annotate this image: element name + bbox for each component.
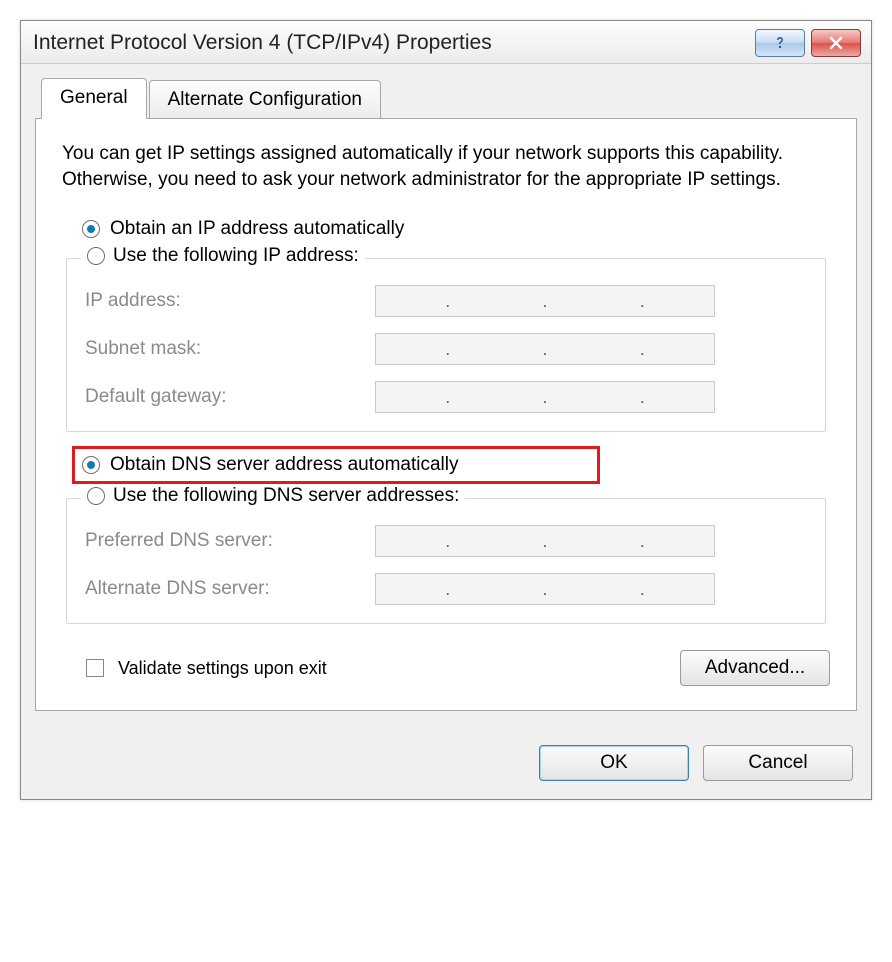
dns-manual-legend[interactable]: Use the following DNS server addresses:: [81, 485, 465, 507]
ip-manual-radio[interactable]: [87, 247, 105, 265]
alternate-dns-label: Alternate DNS server:: [85, 578, 375, 600]
dns-auto-radio[interactable]: [82, 456, 100, 474]
default-gateway-label: Default gateway:: [85, 386, 375, 408]
help-button[interactable]: [755, 29, 805, 57]
dialog-title: Internet Protocol Version 4 (TCP/IPv4) P…: [33, 31, 749, 55]
close-button[interactable]: [811, 29, 861, 57]
ip-auto-label: Obtain an IP address automatically: [110, 218, 404, 240]
dns-manual-radio[interactable]: [87, 487, 105, 505]
tabstrip: General Alternate Configuration: [35, 78, 857, 119]
preferred-dns-row: Preferred DNS server: ...: [85, 525, 807, 557]
dialog: Internet Protocol Version 4 (TCP/IPv4) P…: [20, 20, 872, 800]
preferred-dns-input: ...: [375, 525, 715, 557]
tabpanel-general: You can get IP settings assigned automat…: [35, 118, 857, 711]
ip-manual-legend[interactable]: Use the following IP address:: [81, 245, 365, 267]
alternate-dns-row: Alternate DNS server: ...: [85, 573, 807, 605]
subnet-mask-input: ...: [375, 333, 715, 365]
close-icon: [829, 36, 843, 50]
validate-label: Validate settings upon exit: [118, 658, 327, 679]
preferred-dns-label: Preferred DNS server:: [85, 530, 375, 552]
help-icon: [772, 35, 788, 51]
tab-general[interactable]: General: [41, 78, 147, 119]
dns-manual-label: Use the following DNS server addresses:: [113, 485, 459, 507]
dialog-content: General Alternate Configuration You can …: [21, 64, 871, 729]
subnet-mask-row: Subnet mask: ...: [85, 333, 807, 365]
dialog-buttons: OK Cancel: [21, 729, 871, 799]
ip-auto-row[interactable]: Obtain an IP address automatically: [82, 218, 830, 240]
cancel-button[interactable]: Cancel: [703, 745, 853, 781]
dns-auto-row[interactable]: Obtain DNS server address automatically: [78, 450, 830, 480]
subnet-mask-label: Subnet mask:: [85, 338, 375, 360]
dns-manual-group: Use the following DNS server addresses: …: [66, 498, 826, 624]
dns-auto-label: Obtain DNS server address automatically: [110, 454, 458, 476]
footer-row: Validate settings upon exit Advanced...: [62, 650, 830, 686]
alternate-dns-input: ...: [375, 573, 715, 605]
tab-alternate[interactable]: Alternate Configuration: [149, 80, 381, 119]
ip-address-row: IP address: ...: [85, 285, 807, 317]
ip-address-label: IP address:: [85, 290, 375, 312]
default-gateway-row: Default gateway: ...: [85, 381, 807, 413]
ok-button[interactable]: OK: [539, 745, 689, 781]
ip-auto-radio[interactable]: [82, 220, 100, 238]
ip-manual-label: Use the following IP address:: [113, 245, 359, 267]
description-text: You can get IP settings assigned automat…: [62, 141, 830, 192]
advanced-button[interactable]: Advanced...: [680, 650, 830, 686]
titlebar: Internet Protocol Version 4 (TCP/IPv4) P…: [21, 21, 871, 64]
default-gateway-input: ...: [375, 381, 715, 413]
ip-manual-group: Use the following IP address: IP address…: [66, 258, 826, 432]
ip-address-input: ...: [375, 285, 715, 317]
validate-checkbox[interactable]: [86, 659, 104, 677]
